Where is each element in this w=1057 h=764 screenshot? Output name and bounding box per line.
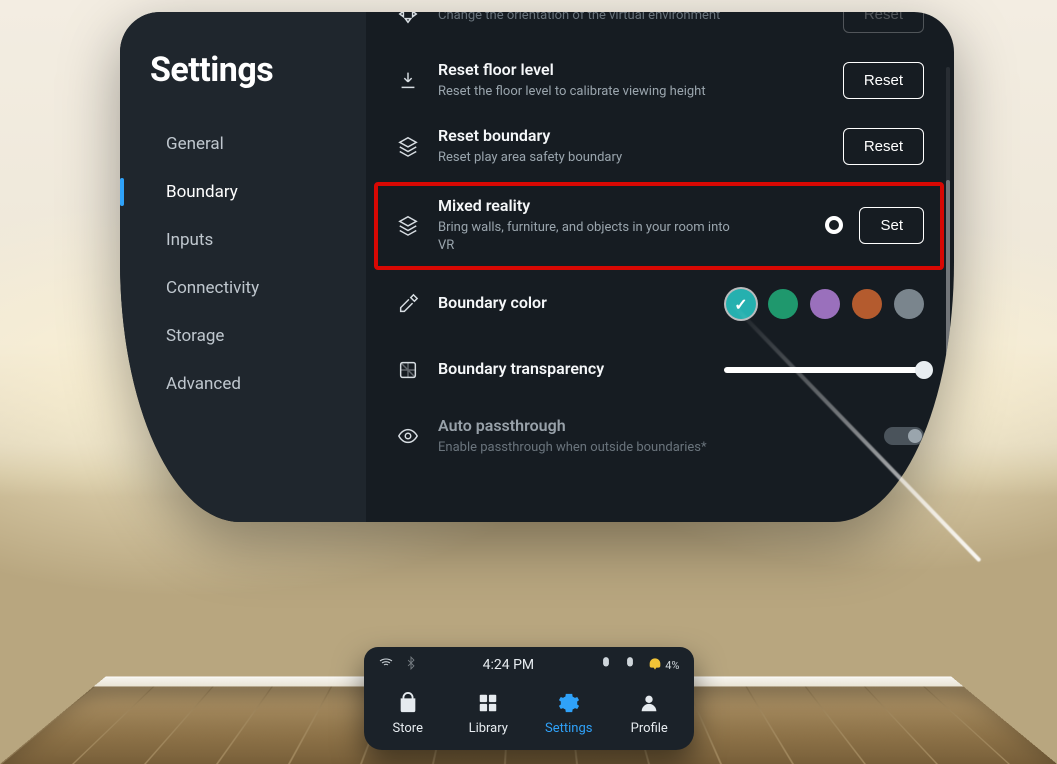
layers-icon (394, 132, 422, 160)
sidebar-item-connectivity[interactable]: Connectivity (150, 264, 366, 312)
app-label: Settings (545, 721, 592, 736)
row-auto-passthrough: Auto passthrough Enable passthrough when… (394, 404, 924, 470)
bluetooth-icon (404, 656, 418, 674)
row-title: Reset floor level (438, 60, 827, 79)
app-bar: 4:24 PM 4% Store Library Settings (364, 647, 694, 750)
scrollbar-thumb[interactable] (946, 180, 950, 360)
boundary-color-swatches (726, 289, 924, 319)
sidebar-item-advanced[interactable]: Advanced (150, 360, 366, 408)
layers-icon (394, 211, 422, 239)
color-swatch-2[interactable] (768, 289, 798, 319)
eye-icon (394, 422, 422, 450)
app-label: Store (393, 721, 423, 736)
sidebar-item-label: Boundary (166, 182, 238, 202)
slider-knob[interactable] (915, 361, 933, 379)
app-library[interactable]: Library (450, 691, 526, 736)
sidebar-item-label: Storage (166, 326, 224, 346)
row-title: Boundary transparency (438, 359, 708, 378)
sidebar-item-storage[interactable]: Storage (150, 312, 366, 360)
app-store[interactable]: Store (370, 691, 446, 736)
transparency-slider[interactable] (724, 367, 924, 373)
sidebar-item-boundary[interactable]: Boundary (150, 168, 366, 216)
sidebar-item-label: General (166, 134, 224, 154)
row-sub: Reset play area safety boundary (438, 149, 738, 167)
page-title: Settings (150, 50, 366, 90)
transparency-icon (394, 356, 422, 384)
pointer-cursor-icon (825, 216, 843, 234)
row-sub: Change the orientation of the virtual en… (438, 12, 738, 25)
controller-left-icon (599, 656, 613, 674)
battery-percent: 4% (665, 659, 679, 672)
row-title: Reset boundary (438, 126, 827, 145)
status-bar: 4:24 PM 4% (364, 647, 694, 685)
gear-icon (557, 691, 581, 715)
row-boundary-transparency: Boundary transparency (394, 338, 924, 404)
wifi-icon (378, 655, 394, 675)
store-icon (396, 691, 420, 715)
sidebar: Settings General Boundary Inputs Connect… (120, 12, 366, 522)
highlight-mixed-reality: Mixed reality Bring walls, furniture, an… (374, 182, 944, 270)
row-sub: Reset the floor level to calibrate viewi… (438, 83, 738, 101)
row-title: Boundary color (438, 293, 710, 312)
app-settings[interactable]: Settings (531, 691, 607, 736)
settings-panel: Settings General Boundary Inputs Connect… (120, 12, 954, 522)
sidebar-item-general[interactable]: General (150, 120, 366, 168)
mixed-reality-set-button[interactable]: Set (859, 207, 924, 244)
passthrough-toggle[interactable] (884, 427, 924, 445)
color-swatch-3[interactable] (810, 289, 840, 319)
app-profile[interactable]: Profile (611, 691, 687, 736)
download-icon (394, 66, 422, 94)
vr-scene: Settings General Boundary Inputs Connect… (0, 0, 1057, 764)
row-title: Mixed reality (438, 196, 791, 215)
app-icons: Store Library Settings Profile (364, 685, 694, 750)
app-label: Profile (631, 721, 668, 736)
clock: 4:24 PM (483, 657, 535, 673)
controller-right-icon (623, 656, 637, 674)
color-swatch-5[interactable] (894, 289, 924, 319)
sidebar-item-label: Inputs (166, 230, 213, 250)
sidebar-item-inputs[interactable]: Inputs (150, 216, 366, 264)
floor-reset-button[interactable]: Reset (843, 62, 924, 99)
sidebar-item-label: Advanced (166, 374, 241, 394)
row-boundary-color: Boundary color (394, 272, 924, 338)
row-sub: Enable passthrough when outside boundari… (438, 439, 738, 457)
color-swatch-4[interactable] (852, 289, 882, 319)
boundary-reset-button[interactable]: Reset (843, 128, 924, 165)
app-label: Library (469, 721, 508, 736)
toggle-knob (908, 429, 922, 443)
headset-battery-icon: 4% (647, 657, 679, 673)
sidebar-item-label: Connectivity (166, 278, 259, 298)
library-icon (476, 691, 500, 715)
row-title: Auto passthrough (438, 416, 868, 435)
row-reset-boundary: Reset boundary Reset play area safety bo… (394, 114, 924, 180)
row-reset-floor: Reset floor level Reset the floor level … (394, 48, 924, 114)
recenter-reset-button[interactable]: Reset (843, 12, 924, 33)
profile-icon (637, 691, 661, 715)
row-mixed-reality: Mixed reality Bring walls, furniture, an… (394, 192, 924, 260)
content-scrollbar[interactable] (946, 67, 950, 442)
eyedropper-icon (394, 290, 422, 318)
row-recenter: Change the orientation of the virtual en… (394, 12, 924, 48)
row-sub: Bring walls, furniture, and objects in y… (438, 219, 738, 254)
recenter-icon (394, 12, 422, 28)
